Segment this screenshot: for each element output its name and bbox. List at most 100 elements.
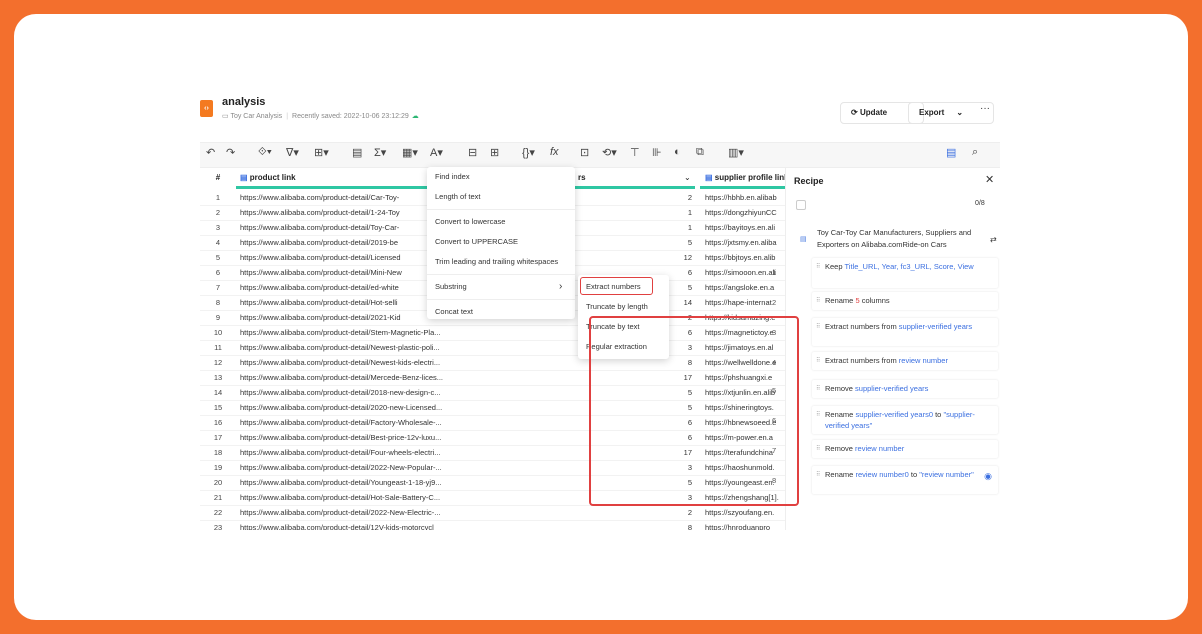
- table-icon[interactable]: ⊤: [630, 146, 640, 159]
- menu-trim-whitespace[interactable]: Trim leading and trailing whitespaces: [435, 257, 558, 266]
- step-connector: to: [910, 470, 918, 479]
- menu-convert-uppercase[interactable]: Convert to UPPERCASE: [435, 237, 518, 246]
- recipe-title: Recipe: [794, 176, 824, 186]
- cell-review-number: 5: [687, 238, 692, 247]
- header-product-link-label: product link: [249, 173, 296, 182]
- recipe-step-6[interactable]: ⠿ Rename supplier-verified years0 to "su…: [812, 406, 998, 434]
- recipe-step-8[interactable]: ⠿ Rename review number0 to "review numbe…: [812, 466, 998, 494]
- recipe-step-3[interactable]: ⠿ Extract numbers from supplier-verified…: [812, 318, 998, 346]
- drag-handle-icon[interactable]: ⠿: [816, 384, 820, 395]
- chevron-down-icon: ⌄: [956, 108, 964, 117]
- select-all-checkbox[interactable]: [796, 200, 806, 210]
- toolbar: ↶ ↷ ⟐▾ ∇▾ ⊞▾ ▤ Σ▾ ▦▾ A▾ ⊟ ⊞ {}▾ fx ⊡ ⟲▾ …: [200, 142, 1000, 168]
- text-icon[interactable]: A▾: [430, 146, 443, 159]
- calculator-icon[interactable]: ▤: [352, 146, 362, 159]
- step-text: Remove review number: [825, 443, 982, 454]
- cell-supplier-link: https://dongzhiyunCC: [705, 208, 777, 217]
- step-number: 1: [772, 268, 777, 277]
- cell-review-number: 1: [687, 208, 692, 217]
- json-icon[interactable]: {}▾: [522, 146, 535, 159]
- submenu-extract-numbers[interactable]: Extract numbers: [586, 282, 641, 291]
- step-action: Extract numbers from: [825, 322, 897, 331]
- drag-handle-icon[interactable]: ⠿: [816, 322, 820, 333]
- drag-handle-icon[interactable]: ⠿: [816, 410, 820, 421]
- menu-concat-text[interactable]: Concat text: [435, 307, 473, 316]
- breadcrumb-project[interactable]: Toy Car Analysis: [230, 113, 282, 120]
- cell-review-number: 8: [687, 523, 692, 530]
- step-text: Extract numbers from review number: [825, 355, 982, 366]
- drag-handle-icon[interactable]: ⠿: [816, 296, 820, 307]
- text-operations-menu: Find index Length of text Convert to low…: [427, 167, 575, 319]
- columns-icon[interactable]: ⊪: [652, 146, 662, 159]
- header-supplier-label: supplier profile link: [714, 173, 785, 182]
- row-number: 21: [213, 493, 223, 502]
- recipe-source[interactable]: ▤ Toy Car-Toy Car Manufacturers, Supplie…: [800, 227, 997, 253]
- recipe-step-2[interactable]: ⠿ Rename 5 columns: [812, 292, 998, 310]
- step-action: Rename: [825, 410, 854, 419]
- chart-icon[interactable]: ▥▾: [728, 146, 744, 159]
- drag-handle-icon[interactable]: ⠿: [816, 470, 820, 481]
- recipe-step-4[interactable]: ⠿ Extract numbers from review number: [812, 352, 998, 370]
- row-number: 4: [215, 238, 221, 247]
- cell-product-link: https://www.alibaba.com/product-detail/M…: [240, 373, 444, 382]
- recipe-panel-icon[interactable]: ▤: [946, 146, 956, 159]
- menu-length-of-text[interactable]: Length of text: [435, 192, 480, 201]
- header-review-number-label: rs: [578, 173, 586, 182]
- search-panel-icon[interactable]: ⌕: [972, 146, 978, 159]
- undo-icon[interactable]: ↶: [206, 146, 215, 159]
- row-number: 2: [215, 208, 221, 217]
- cell-review-number: 2: [687, 193, 692, 202]
- row-number: 5: [215, 253, 221, 262]
- cell-supplier-link: https://bbjtoys.en.alib: [705, 253, 776, 262]
- table-row[interactable]: 22 https://www.alibaba.com/product-detail…: [200, 505, 785, 521]
- recipe-step-1[interactable]: ⠿ Keep Title_URL, Year, fc3_URL, Score, …: [812, 258, 998, 288]
- toggle-icon[interactable]: ◐: [674, 146, 681, 158]
- function-icon[interactable]: fx: [550, 146, 559, 158]
- pivot-icon[interactable]: ⟲▾: [602, 146, 617, 159]
- drag-handle-icon[interactable]: ⠿: [816, 262, 820, 273]
- menu-convert-lowercase[interactable]: Convert to lowercase: [435, 217, 505, 226]
- eye-icon[interactable]: ◉: [984, 471, 992, 482]
- step-columns: review number: [855, 444, 905, 453]
- row-number: 20: [213, 478, 223, 487]
- row-number: 13: [213, 373, 223, 382]
- date-icon[interactable]: ▦▾: [402, 146, 418, 159]
- redo-icon[interactable]: ↷: [226, 146, 235, 159]
- header-review-number[interactable]: rs: [578, 168, 586, 188]
- header-supplier-profile-link[interactable]: ▤ supplier profile link: [705, 168, 785, 188]
- close-icon[interactable]: ✕: [985, 173, 994, 186]
- menu-find-index[interactable]: Find index: [435, 172, 470, 181]
- merge-icon[interactable]: ⊟: [468, 146, 477, 159]
- recipe-step-7[interactable]: ⠿ Remove review number: [812, 440, 998, 458]
- group-icon[interactable]: ⊡: [580, 146, 589, 159]
- menu-substring[interactable]: Substring: [435, 282, 467, 291]
- submenu-truncate-length[interactable]: Truncate by length: [586, 302, 648, 311]
- more-menu-icon[interactable]: ···: [980, 103, 990, 114]
- drag-handle-icon[interactable]: ⠿: [816, 444, 820, 455]
- column-add-icon[interactable]: ⊞▾: [314, 146, 329, 159]
- cell-product-link: https://www.alibaba.com/product-detail/N…: [240, 343, 440, 352]
- step-text: Rename review number0 to "review number": [825, 469, 982, 480]
- transform-icon[interactable]: ⟐▾: [258, 146, 272, 159]
- step-columns: review number: [898, 356, 948, 365]
- recipe-step-5[interactable]: ⠿ Remove supplier-verified years: [812, 380, 998, 398]
- step-count: 0/8: [975, 200, 985, 207]
- cell-product-link: https://www.alibaba.com/product-detail/N…: [240, 358, 441, 367]
- swap-icon[interactable]: ⇄: [990, 234, 997, 246]
- menu-divider: [427, 299, 575, 300]
- row-number: 15: [213, 403, 223, 412]
- drag-handle-icon[interactable]: ⠿: [816, 356, 820, 367]
- menu-divider: [427, 274, 575, 275]
- sum-icon[interactable]: Σ▾: [374, 146, 386, 159]
- breadcrumb: ▭ Toy Car Analysis | Recently saved: 2022-…: [222, 112, 419, 120]
- step-number: 2: [772, 298, 777, 307]
- cell-product-link: https://www.alibaba.com/product-detail/F…: [240, 448, 441, 457]
- recipe-panel: Recipe ✕ 0/8 ▤ Toy Car-Toy Car Manufactu…: [772, 168, 1000, 530]
- copy-icon[interactable]: ⧉: [696, 146, 704, 159]
- header-product-link[interactable]: ▤ product link: [240, 168, 296, 188]
- step-action: Rename: [825, 296, 854, 305]
- column-dropdown-icon[interactable]: ⌄: [684, 168, 691, 188]
- split-icon[interactable]: ⊞: [490, 146, 499, 159]
- filter-icon[interactable]: ∇▾: [286, 146, 299, 159]
- table-row[interactable]: 23 https://www.alibaba.com/product-detail…: [200, 520, 785, 530]
